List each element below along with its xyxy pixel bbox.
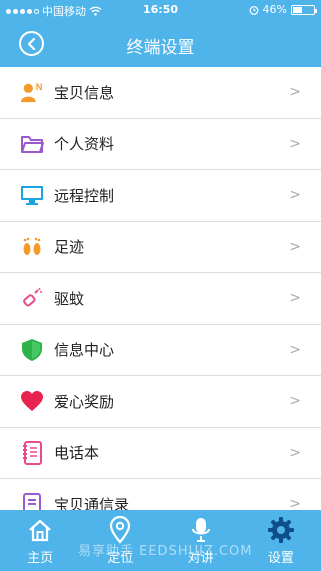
menu-item-label: 足迹 <box>54 238 85 257</box>
chevron-right-icon: > <box>289 238 301 255</box>
svg-text:N: N <box>36 82 43 92</box>
menu-item-label: 宝贝通信录 <box>54 495 130 510</box>
settings-list: N 宝贝信息 > 个人资料 > 远程控制 > 足迹 > 驱蚊 > 信息中心 > … <box>0 67 321 510</box>
menu-item-phonebook[interactable]: 电话本 > <box>0 427 321 479</box>
nav-bar: 终端设置 <box>0 20 321 67</box>
status-bar: 中国移动 16:50 46% <box>0 0 321 20</box>
heart-icon <box>20 389 44 413</box>
top-bar: 中国移动 16:50 46% 终端设置 <box>0 0 321 67</box>
footprints-icon <box>20 235 44 259</box>
menu-item-label: 个人资料 <box>54 135 115 154</box>
menu-item-baby-info[interactable]: N 宝贝信息 > <box>0 67 321 119</box>
location-pin-icon <box>106 516 134 544</box>
chevron-right-icon: > <box>289 341 301 358</box>
menu-item-footprints[interactable]: 足迹 > <box>0 221 321 273</box>
chevron-right-icon: > <box>289 496 301 510</box>
tab-label: 主页 <box>27 551 54 566</box>
battery-percent: 46% <box>262 3 287 16</box>
tab-bar: 主页 定位 对讲 设置 <box>0 510 321 571</box>
menu-item-label: 信息中心 <box>54 341 115 360</box>
folder-icon <box>20 132 44 156</box>
tab-location[interactable]: 定位 <box>80 510 160 571</box>
monitor-icon <box>20 183 44 207</box>
home-icon <box>26 516 54 544</box>
menu-item-label: 远程控制 <box>54 186 115 205</box>
tab-intercom[interactable]: 对讲 <box>161 510 241 571</box>
menu-item-profile[interactable]: 个人资料 > <box>0 118 321 170</box>
chevron-right-icon: > <box>289 290 301 307</box>
gear-icon <box>267 516 295 544</box>
menu-item-label: 电话本 <box>54 444 100 463</box>
menu-item-label: 宝贝信息 <box>54 83 115 102</box>
menu-item-remote-control[interactable]: 远程控制 > <box>0 170 321 222</box>
chevron-right-icon: > <box>289 444 301 461</box>
menu-item-love-reward[interactable]: 爱心奖励 > <box>0 376 321 428</box>
mosquito-repellent-icon <box>20 286 44 310</box>
page-title: 终端设置 <box>126 38 195 58</box>
alarm-clock-icon <box>249 5 258 15</box>
contacts-icon <box>20 492 44 510</box>
battery-fill <box>293 6 302 13</box>
chevron-right-icon: > <box>289 393 301 410</box>
child-info-icon: N <box>20 80 44 104</box>
chevron-right-icon: > <box>289 84 301 101</box>
tab-label: 定位 <box>107 551 134 566</box>
tab-label: 设置 <box>267 551 294 566</box>
chevron-right-icon: > <box>289 187 301 204</box>
shield-icon <box>20 338 44 362</box>
tab-home[interactable]: 主页 <box>0 510 80 571</box>
battery-icon <box>291 4 317 15</box>
tab-settings[interactable]: 设置 <box>241 510 321 571</box>
menu-item-info-center[interactable]: 信息中心 > <box>0 324 321 376</box>
menu-item-mosquito[interactable]: 驱蚊 > <box>0 273 321 325</box>
menu-item-baby-contacts[interactable]: 宝贝通信录 > <box>0 479 321 510</box>
phonebook-icon <box>20 440 44 465</box>
menu-item-label: 爱心奖励 <box>54 392 115 411</box>
menu-item-label: 驱蚊 <box>54 289 85 308</box>
microphone-icon <box>187 516 215 544</box>
chevron-right-icon: > <box>289 135 301 152</box>
status-right: 46% <box>249 3 317 16</box>
tab-label: 对讲 <box>187 551 214 566</box>
